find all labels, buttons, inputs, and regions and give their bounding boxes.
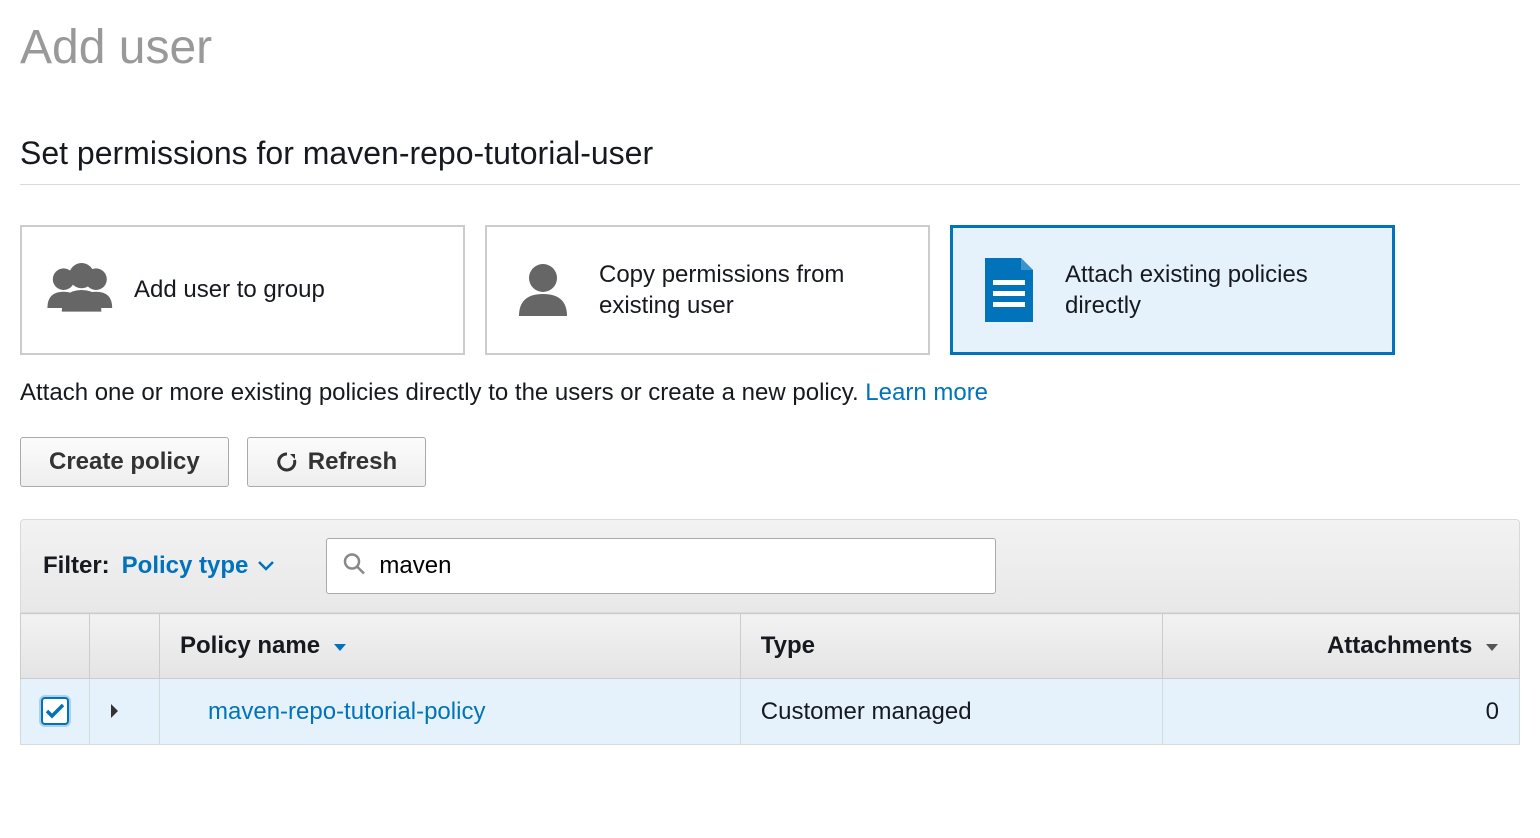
option-label: Copy permissions from existing user	[599, 259, 908, 321]
caret-right-icon	[110, 698, 120, 725]
user-icon	[507, 254, 579, 326]
refresh-icon	[276, 451, 298, 473]
create-policy-button[interactable]: Create policy	[20, 437, 229, 487]
search-icon	[342, 552, 366, 581]
permission-options: Add user to group Copy permissions from …	[20, 225, 1520, 355]
page-title: Add user	[20, 20, 1520, 75]
refresh-button[interactable]: Refresh	[247, 437, 426, 487]
option-copy-permissions[interactable]: Copy permissions from existing user	[485, 225, 930, 355]
header-checkbox	[21, 614, 90, 679]
policy-name-link[interactable]: maven-repo-tutorial-policy	[208, 698, 485, 725]
header-attachments-label: Attachments	[1327, 632, 1472, 659]
filter-bar: Filter: Policy type	[20, 519, 1520, 613]
sort-caret-down-icon	[333, 632, 347, 659]
option-add-to-group[interactable]: Add user to group	[20, 225, 465, 355]
sort-caret-down-icon	[1485, 632, 1499, 659]
row-policy-name-cell: maven-repo-tutorial-policy	[160, 679, 741, 745]
option-attach-policies[interactable]: Attach existing policies directly	[950, 225, 1395, 355]
refresh-label: Refresh	[308, 448, 397, 476]
section-title: Set permissions for maven-repo-tutorial-…	[20, 135, 1520, 185]
row-checkbox-cell	[21, 679, 90, 745]
filter-label: Filter:	[43, 552, 110, 580]
search-wrap	[326, 538, 996, 594]
filter-type-dropdown[interactable]: Policy type	[122, 552, 275, 580]
header-attachments[interactable]: Attachments	[1162, 614, 1519, 679]
row-checkbox[interactable]	[41, 697, 69, 725]
row-expand-cell[interactable]	[90, 679, 160, 745]
policies-table: Policy name Type Attachments	[20, 613, 1520, 745]
header-policy-name-label: Policy name	[180, 632, 320, 659]
group-icon	[42, 254, 114, 326]
row-type-cell: Customer managed	[740, 679, 1162, 745]
table-row[interactable]: maven-repo-tutorial-policy Customer mana…	[21, 679, 1520, 745]
help-text-body: Attach one or more existing policies dir…	[20, 379, 865, 406]
row-attachments-cell: 0	[1162, 679, 1519, 745]
header-type[interactable]: Type	[740, 614, 1162, 679]
learn-more-link[interactable]: Learn more	[865, 379, 988, 406]
option-label: Attach existing policies directly	[1065, 259, 1372, 321]
filter-dropdown-label: Policy type	[122, 552, 249, 580]
action-row: Create policy Refresh	[20, 437, 1520, 487]
help-text: Attach one or more existing policies dir…	[20, 379, 1520, 407]
search-input[interactable]	[326, 538, 996, 594]
chevron-down-icon	[258, 561, 274, 571]
header-policy-name[interactable]: Policy name	[160, 614, 741, 679]
option-label: Add user to group	[134, 274, 325, 305]
policy-document-icon	[973, 254, 1045, 326]
header-expand	[90, 614, 160, 679]
